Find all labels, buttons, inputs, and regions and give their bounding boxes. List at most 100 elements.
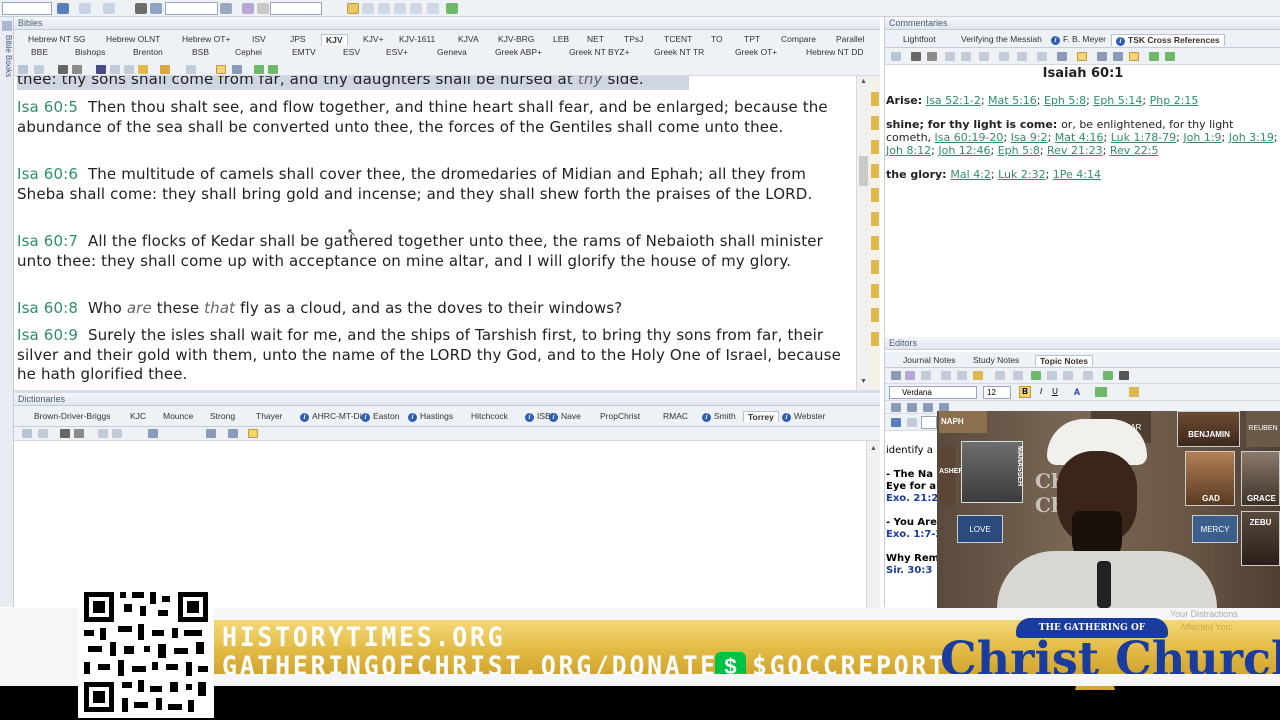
copy-icon[interactable] xyxy=(34,65,44,74)
cut-icon[interactable] xyxy=(124,65,134,74)
image-icon[interactable] xyxy=(1063,371,1073,380)
back-icon[interactable] xyxy=(79,3,91,14)
cross-reference-link[interactable]: Mat 4:16 xyxy=(1055,131,1104,144)
dict-tab-rmac[interactable]: RMAC xyxy=(663,411,688,421)
dict-tab-thayer[interactable]: Thayer xyxy=(256,411,282,421)
verse-ref[interactable]: Isa 60:7 xyxy=(17,232,78,250)
bible-tab-kjv-1611[interactable]: KJV-1611 xyxy=(399,34,435,44)
save-icon[interactable] xyxy=(57,3,69,14)
dict-tab-nave[interactable]: i Nave xyxy=(549,411,581,422)
cross-reference-link[interactable]: Eph 5:8 xyxy=(998,144,1040,157)
highlight-select[interactable] xyxy=(270,2,322,15)
layout-icon[interactable] xyxy=(1097,52,1107,61)
format-icon[interactable] xyxy=(148,429,158,438)
bible-books-label[interactable]: Bible Books xyxy=(1,35,13,95)
zoom-icon[interactable] xyxy=(1057,52,1067,61)
format-icon[interactable] xyxy=(96,65,106,74)
paragraph-icon[interactable] xyxy=(1119,371,1129,380)
comm-tab-verifying-the-messiah[interactable]: Verifying the Messiah xyxy=(961,34,1042,44)
align-left-icon[interactable] xyxy=(891,403,901,412)
italic-button[interactable]: I xyxy=(1035,386,1047,398)
dict-tab-mounce[interactable]: Mounce xyxy=(163,411,193,421)
bible-tab-bbe[interactable]: BBE xyxy=(31,47,48,57)
layout2-icon[interactable] xyxy=(1113,52,1123,61)
bible-tab-net[interactable]: NET xyxy=(587,34,604,44)
dict-tab-easton[interactable]: i Easton xyxy=(361,411,399,422)
bible-tab-kjv-brg[interactable]: KJV-BRG xyxy=(498,34,534,44)
redo-icon[interactable] xyxy=(1013,371,1023,380)
forward-icon[interactable] xyxy=(103,3,115,14)
back-icon[interactable] xyxy=(22,429,32,438)
dictionary-scrollbar[interactable]: ▲ xyxy=(866,441,880,608)
find-icon[interactable] xyxy=(911,52,921,61)
search-go-icon[interactable] xyxy=(220,3,232,14)
bible-tab-hebrew-olnt[interactable]: Hebrew OLNT xyxy=(106,34,160,44)
cross-reference-link[interactable]: Isa 52:1-2 xyxy=(926,94,981,107)
bible-tab-bishops[interactable]: Bishops xyxy=(75,47,105,57)
align-right-icon[interactable] xyxy=(923,403,933,412)
verse-ref[interactable]: Isa 60:6 xyxy=(17,165,78,183)
bible-tab-kjva[interactable]: KJVA xyxy=(458,34,479,44)
topic-notes-text[interactable]: identify a - The Na Eye for a Exo. 21:24 - Y… xyxy=(886,445,942,577)
bible-tab-compare[interactable]: Compare xyxy=(781,34,816,44)
bible-tab-tcent[interactable]: TCENT xyxy=(664,34,692,44)
layout-icon[interactable] xyxy=(347,3,359,14)
sync-icon[interactable] xyxy=(254,65,264,74)
cross-reference-link[interactable]: 1Pe 4:14 xyxy=(1053,168,1101,181)
dict-tab-propchrist[interactable]: PropChrist xyxy=(600,411,640,421)
bible-tab-parallel[interactable]: Parallel xyxy=(836,34,864,44)
link-icon[interactable] xyxy=(268,65,278,74)
bible-tab-hebrew-nt-sg[interactable]: Hebrew NT SG xyxy=(28,34,85,44)
cross-reference-link[interactable]: Rev 21:23 xyxy=(1047,144,1103,157)
spell-icon[interactable] xyxy=(905,371,915,380)
bible-tab-geneva[interactable]: Geneva xyxy=(437,47,467,57)
bible-tab-esv[interactable]: ESV+ xyxy=(386,47,408,57)
topic-ref[interactable]: Exo. 21:24 xyxy=(886,493,942,505)
bible-books-strip[interactable]: Bible Books xyxy=(0,17,14,607)
cut-icon[interactable] xyxy=(98,429,108,438)
bible-tab-greek-ot[interactable]: Greek OT+ xyxy=(735,47,777,57)
bible-tab-greek-nt-byz[interactable]: Greek NT BYZ+ xyxy=(569,47,630,57)
cross-reference-link[interactable]: Php 2:15 xyxy=(1150,94,1199,107)
dict-tab-hastings[interactable]: i Hastings xyxy=(408,411,453,422)
cross-reference-link[interactable]: Joh 1:9 xyxy=(1183,131,1221,144)
scroll-up-icon[interactable]: ▲ xyxy=(870,445,877,452)
insert-icon[interactable] xyxy=(1129,387,1139,397)
scroll-thumb[interactable] xyxy=(859,156,868,186)
bible-tab-esv[interactable]: ESV xyxy=(343,47,360,57)
history-times-url[interactable]: HISTORYTIMES.ORG xyxy=(222,622,505,653)
format-icon[interactable] xyxy=(1017,52,1027,61)
verse-isa-60-6[interactable]: Isa 60:6 The multitude of camels shall c… xyxy=(17,165,856,204)
bible-tab-greek-abp[interactable]: Greek ABP+ xyxy=(495,47,542,57)
verse-isa-60-8[interactable]: Isa 60:8 Who are these that fly as a clo… xyxy=(17,299,856,319)
layout5-icon[interactable] xyxy=(410,3,422,14)
pin-icon[interactable] xyxy=(2,21,12,31)
bible-tab-greek-nt-tr[interactable]: Greek NT TR xyxy=(654,47,704,57)
verse-isa-60-7[interactable]: Isa 60:7 All the flocks of Kedar shall b… xyxy=(17,232,856,271)
scroll-up-icon[interactable]: ▲ xyxy=(860,78,867,85)
layout4-icon[interactable] xyxy=(394,3,406,14)
font-select[interactable]: Verdana xyxy=(889,386,977,399)
book-select[interactable] xyxy=(2,2,52,15)
comm-tab-f-b-meyer[interactable]: i F. B. Meyer xyxy=(1051,34,1106,45)
cross-reference-link[interactable]: Luk 2:32 xyxy=(998,168,1045,181)
cross-reference-link[interactable]: Eph 5:14 xyxy=(1093,94,1142,107)
layout3-icon[interactable] xyxy=(378,3,390,14)
bible-scrollbar[interactable]: ▲ ▼ xyxy=(856,76,870,390)
bible-tab-hebrew-nt-dd[interactable]: Hebrew NT DD xyxy=(806,47,863,57)
bible-tab-isv[interactable]: ISV xyxy=(252,34,266,44)
align-center-icon[interactable] xyxy=(907,403,917,412)
qr-code[interactable] xyxy=(78,586,214,718)
cross-reference-link[interactable]: Isa 9:2 xyxy=(1011,131,1048,144)
bible-tab-brenton[interactable]: Brenton xyxy=(133,47,163,57)
copy-icon[interactable] xyxy=(945,52,955,61)
list-icon[interactable] xyxy=(1037,52,1047,61)
verse-isa-60-5[interactable]: Isa 60:5 Then thou shalt see, and flow t… xyxy=(17,98,856,137)
font-color-button[interactable]: A xyxy=(1071,386,1083,398)
cross-reference-link[interactable]: Luk 1:78-79 xyxy=(1111,131,1176,144)
format-icon[interactable] xyxy=(1083,371,1093,380)
dict-tab-brown-driver-briggs[interactable]: Brown-Driver-Briggs xyxy=(34,411,111,421)
comm-tab-tsk-cross-references[interactable]: i TSK Cross References xyxy=(1111,34,1225,46)
bible-tab-kjv[interactable]: KJV+ xyxy=(363,34,384,44)
editor-tab-topic-notes[interactable]: Topic Notes xyxy=(1035,355,1094,366)
